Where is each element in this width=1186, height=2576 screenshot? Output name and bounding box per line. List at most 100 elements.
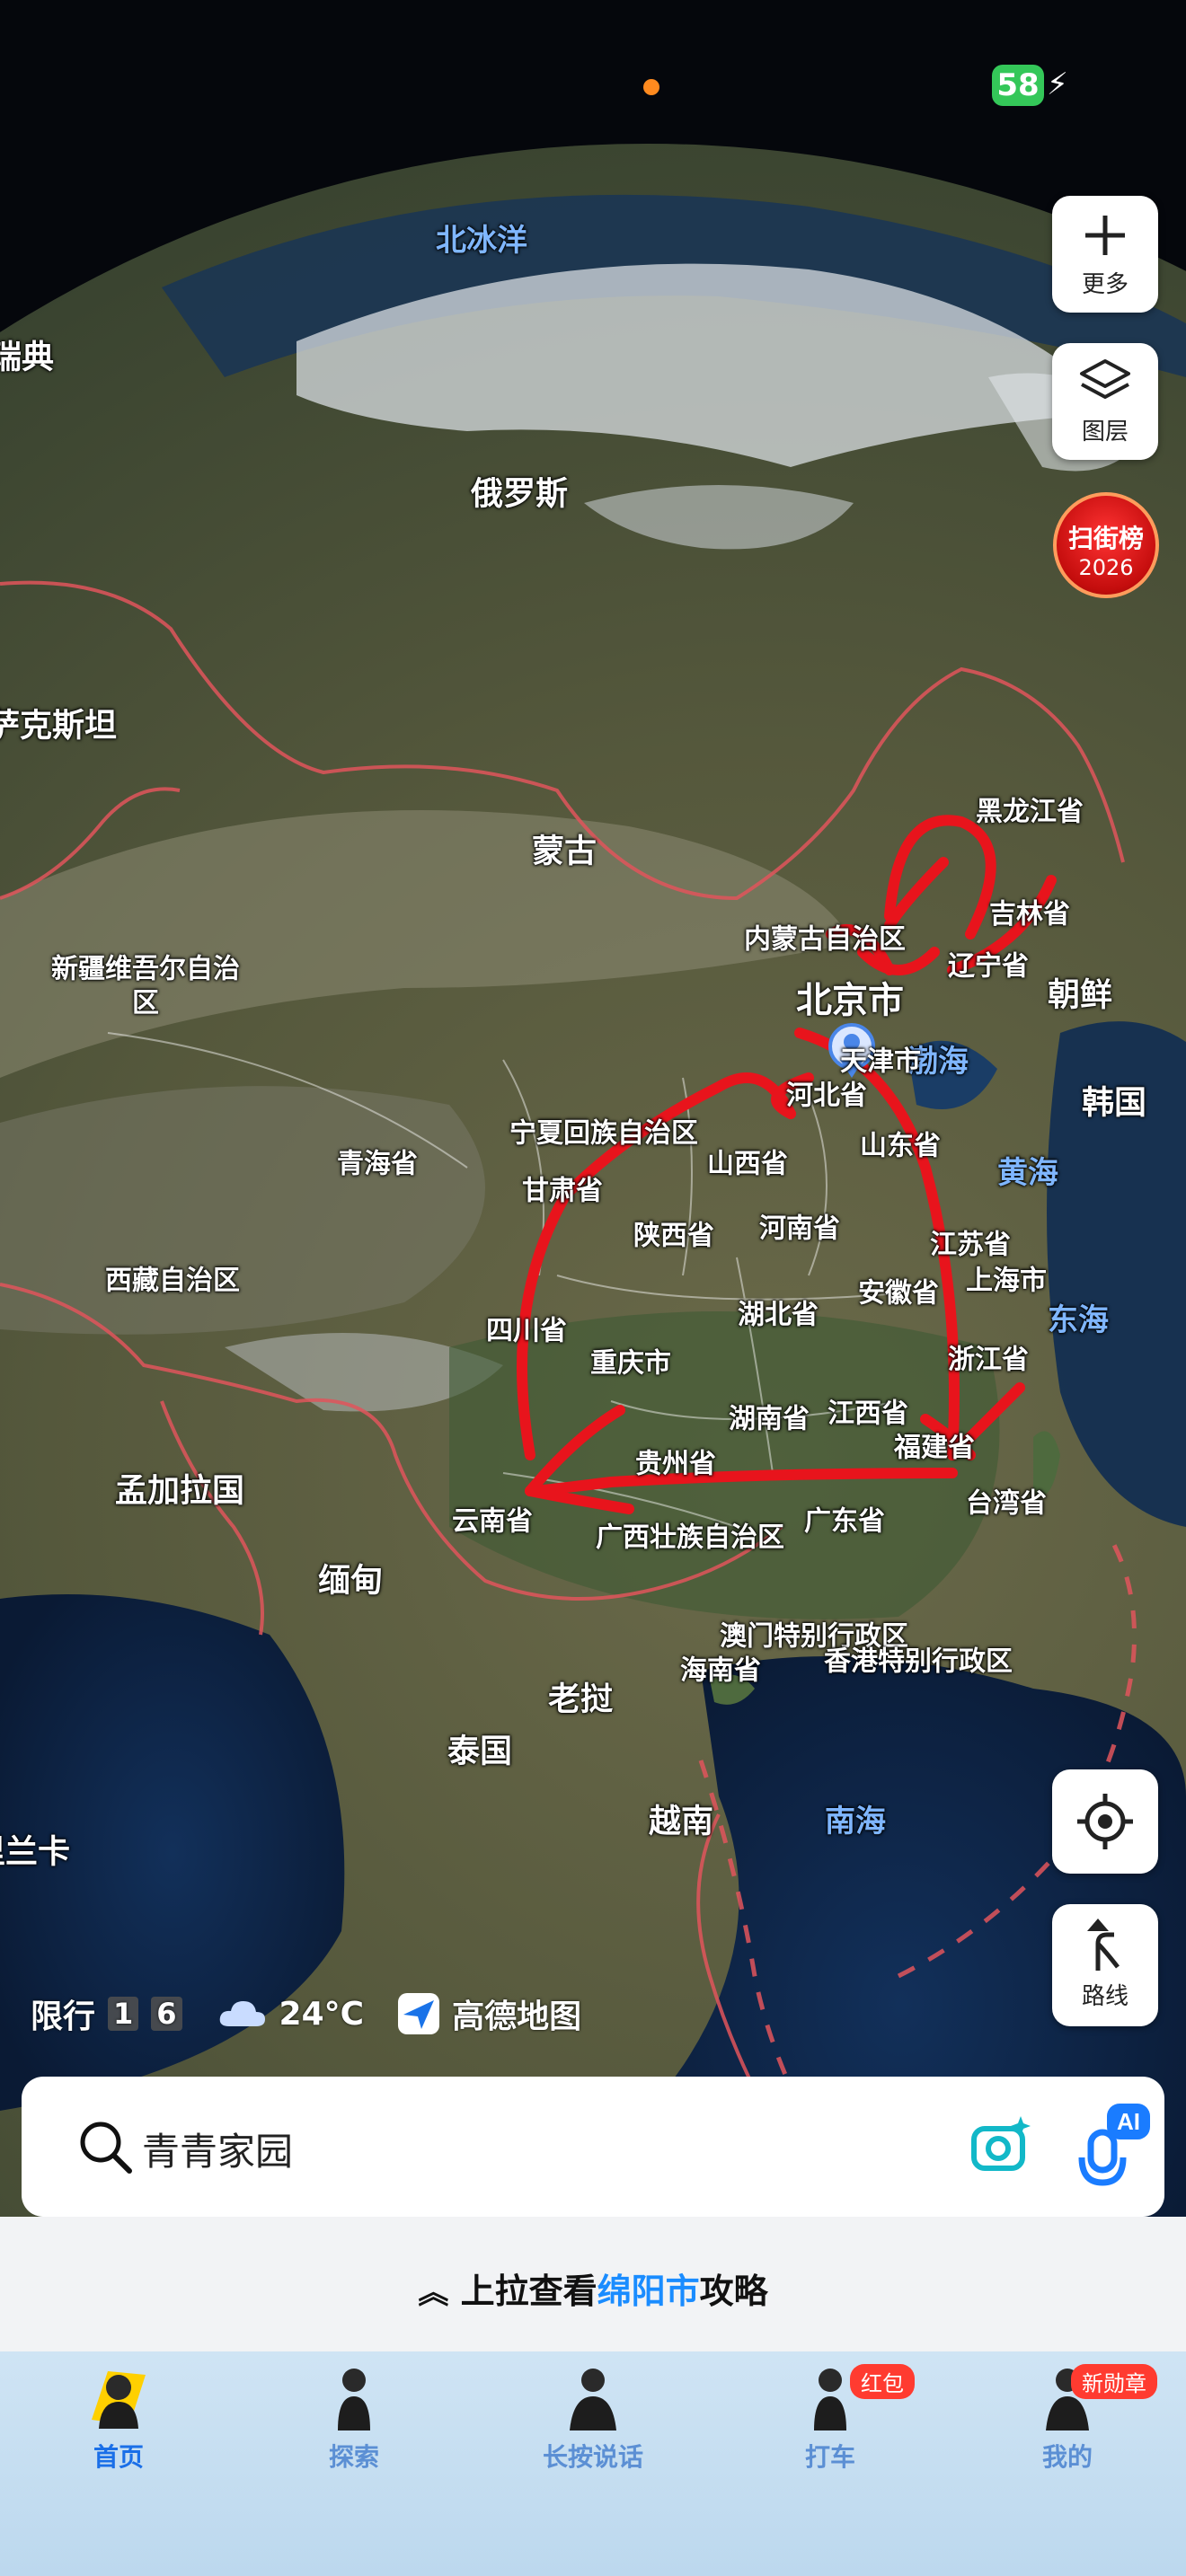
map-label-shandong: 山东省 bbox=[860, 1130, 941, 1162]
map-label-guangdong: 广东省 bbox=[804, 1505, 885, 1538]
map-label-chongqing: 重庆市 bbox=[590, 1347, 671, 1380]
tab-mine-label: 我的 bbox=[1041, 2442, 1093, 2472]
explore-avatar-icon bbox=[318, 2360, 390, 2432]
locate-button[interactable] bbox=[1052, 1769, 1158, 1874]
map-label-thailand: 泰国 bbox=[447, 1733, 513, 1770]
layers-icon bbox=[1080, 359, 1130, 399]
tab-explore-label: 探索 bbox=[328, 2442, 379, 2472]
route-arrow-icon bbox=[1087, 1919, 1120, 1971]
search-icon bbox=[80, 2122, 132, 2174]
map-label-tibet: 西藏自治区 bbox=[105, 1265, 240, 1297]
charging-icon: ⚡ bbox=[1047, 66, 1068, 102]
map-label-inner-mongolia: 内蒙古自治区 bbox=[744, 923, 906, 956]
mine-badge: 新勋章 bbox=[1071, 2364, 1157, 2399]
route-button[interactable]: 路线 bbox=[1052, 1904, 1158, 2026]
map-label-shanghai: 上海市 bbox=[966, 1265, 1047, 1297]
map-label-east-sea: 东海 bbox=[1048, 1301, 1109, 1338]
map-label-mongolia: 蒙古 bbox=[531, 833, 597, 870]
map-label-yellow-sea: 黄海 bbox=[997, 1154, 1058, 1191]
map-label-hainan: 海南省 bbox=[680, 1654, 761, 1687]
tab-explore[interactable]: 探索 bbox=[264, 2360, 444, 2474]
ai-voice-icon[interactable]: AI bbox=[1071, 2102, 1152, 2192]
pull-up-prefix: 上拉查看 bbox=[460, 2272, 597, 2311]
layers-button[interactable]: 图层 bbox=[1052, 343, 1158, 460]
plus-icon bbox=[1085, 216, 1125, 255]
map-label-hubei: 湖北省 bbox=[738, 1299, 819, 1331]
amap-logo-icon bbox=[398, 1993, 440, 2034]
map-label-north-korea: 朝鲜 bbox=[1047, 976, 1113, 1014]
map-label-liaoning: 辽宁省 bbox=[948, 950, 1029, 983]
map-label-heilongjiang: 黑龙江省 bbox=[976, 796, 1084, 828]
tab-taxi-label: 打车 bbox=[804, 2442, 855, 2472]
map-label-myanmar: 缅甸 bbox=[317, 1562, 384, 1600]
map-label-tianjin: 天津市 bbox=[840, 1045, 921, 1078]
map-label-gansu: 甘肃省 bbox=[522, 1175, 603, 1207]
taxi-badge: 红包 bbox=[850, 2364, 915, 2399]
route-label: 路线 bbox=[1081, 1983, 1128, 2010]
map-label-anhui: 安徽省 bbox=[858, 1277, 939, 1310]
svg-text:AI: AI bbox=[1117, 2108, 1140, 2135]
map-label-vietnam: 越南 bbox=[648, 1803, 714, 1840]
tab-hold-to-talk[interactable]: 长按说话 bbox=[503, 2360, 683, 2474]
chevron-up-icon: ︽ bbox=[418, 2275, 449, 2311]
map-label-ningxia: 宁夏回族自治区 bbox=[509, 1117, 698, 1150]
pull-up-panel[interactable]: ︽ 上拉查看绵阳市攻略 bbox=[0, 2217, 1186, 2351]
tab-home[interactable]: 首页 bbox=[29, 2360, 208, 2474]
map-label-hebei: 河北省 bbox=[786, 1080, 867, 1112]
map-label-fujian: 福建省 bbox=[894, 1432, 975, 1464]
map-label-hong-kong: 香港特别行政区 bbox=[824, 1645, 1013, 1678]
map-label-jilin: 吉林省 bbox=[989, 898, 1070, 931]
talk-avatar-icon bbox=[557, 2360, 629, 2432]
restriction-digit-1: 1 bbox=[108, 1997, 139, 2031]
more-button[interactable]: 更多 bbox=[1052, 196, 1158, 313]
tab-home-label: 首页 bbox=[93, 2442, 144, 2472]
brand-name: 高德地图 bbox=[452, 1998, 582, 2035]
map-label-yunnan: 云南省 bbox=[452, 1505, 533, 1538]
map-label-taiwan: 台湾省 bbox=[966, 1487, 1047, 1520]
map-label-south-korea: 韩国 bbox=[1081, 1084, 1147, 1122]
map-label-beijing: 北京市 bbox=[796, 980, 904, 1021]
map-label-qinghai: 青海省 bbox=[337, 1148, 418, 1180]
map-label-bangladesh: 孟加拉国 bbox=[114, 1472, 245, 1510]
map-label-south-sea: 南海 bbox=[825, 1803, 886, 1839]
map-label-xinjiang: 新疆维吾尔自治区 bbox=[51, 953, 240, 1019]
map-label-guizhou: 贵州省 bbox=[635, 1448, 716, 1480]
map-label-sri-lanka: 斯里兰卡 bbox=[0, 1833, 71, 1871]
rank-title: 扫街榜 bbox=[1067, 524, 1144, 553]
restriction-digit-2: 6 bbox=[151, 1997, 182, 2031]
map-label-henan: 河南省 bbox=[759, 1213, 840, 1245]
map-label-hunan: 湖南省 bbox=[729, 1403, 810, 1435]
restriction-label: 限行 bbox=[31, 1998, 96, 2035]
cloud-icon bbox=[219, 2001, 265, 2026]
map-label-jiangsu: 江苏省 bbox=[930, 1229, 1011, 1261]
pull-up-city[interactable]: 绵阳市 bbox=[597, 2272, 700, 2311]
search-text: 青青家园 bbox=[142, 2130, 294, 2174]
battery-level: 58 bbox=[992, 65, 1044, 106]
map-label-shaanxi: 陕西省 bbox=[633, 1220, 714, 1252]
crosshair-icon bbox=[1077, 1794, 1133, 1849]
pull-up-suffix: 攻略 bbox=[699, 2272, 768, 2311]
map-label-sweden: 瑞典 bbox=[0, 339, 55, 376]
pull-up-hint: ︽ 上拉查看绵阳市攻略 bbox=[0, 2263, 1186, 2313]
tab-talk-label: 长按说话 bbox=[542, 2442, 643, 2472]
map-info-row: 限行 1 6 24°C 高德地图 bbox=[31, 1990, 581, 2037]
search-bar[interactable]: 青青家园 AI bbox=[22, 2077, 1164, 2217]
rank-year: 2026 bbox=[1078, 555, 1134, 580]
bottom-tab-bar: 首页 探索 长按说话 打车 红包 我的 新勋章 bbox=[0, 2351, 1186, 2576]
street-rank-badge[interactable]: 扫街榜 2026 bbox=[1053, 492, 1159, 598]
map-label-kazakhstan: 哈萨克斯坦 bbox=[0, 707, 118, 745]
map-label-laos: 老挝 bbox=[547, 1681, 614, 1718]
more-label: 更多 bbox=[1081, 271, 1128, 298]
map-label-shanxi: 山西省 bbox=[707, 1148, 788, 1180]
map-label-jiangxi: 江西省 bbox=[828, 1398, 908, 1430]
map-label-arctic-ocean: 北冰洋 bbox=[436, 222, 527, 259]
map-label-guangxi: 广西壮族自治区 bbox=[596, 1522, 784, 1554]
map-label-zhejiang: 浙江省 bbox=[948, 1344, 1029, 1376]
layers-label: 图层 bbox=[1081, 419, 1128, 446]
map-label-russia: 俄罗斯 bbox=[470, 475, 569, 513]
recording-indicator bbox=[643, 79, 659, 95]
map-label-sichuan: 四川省 bbox=[486, 1315, 567, 1347]
camera-scan-icon[interactable] bbox=[965, 2111, 1037, 2183]
home-avatar-icon bbox=[83, 2360, 155, 2432]
temperature: 24°C bbox=[279, 1995, 365, 2033]
